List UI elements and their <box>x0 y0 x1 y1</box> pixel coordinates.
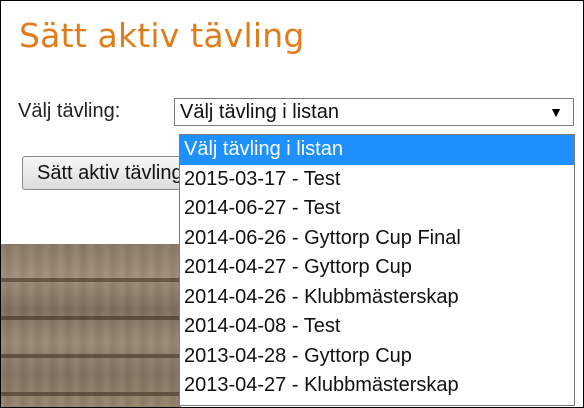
dropdown-option[interactable]: 2015-03-17 - Test <box>180 165 574 195</box>
wood-background-image <box>1 244 181 407</box>
dropdown-arrow-icon[interactable]: ▼ <box>549 99 563 125</box>
dropdown-option[interactable]: 2014-04-26 - Klubbmästerskap <box>180 283 574 313</box>
dropdown-option[interactable]: 2013-04-27 - Klubbmästerskap <box>180 371 574 401</box>
competition-dropdown-list[interactable]: Välj tävling i listan 2015-03-17 - Test … <box>179 134 575 406</box>
page-title: Sätt aktiv tävling <box>19 16 305 55</box>
dropdown-option[interactable]: 2014-04-27 - Gyttorp Cup <box>180 253 574 283</box>
dropdown-option[interactable]: 2014-04-08 - Test <box>180 312 574 342</box>
competition-select[interactable]: Välj tävling i listan ▼ <box>174 98 574 126</box>
dropdown-option[interactable]: 2014-06-27 - Test <box>180 194 574 224</box>
dropdown-option[interactable]: 2014-06-26 - Gyttorp Cup Final <box>180 224 574 254</box>
dropdown-option[interactable]: Välj tävling i listan <box>180 135 574 165</box>
dropdown-option[interactable]: 2013-04-28 - Gyttorp Cup <box>180 342 574 372</box>
select-value: Välj tävling i listan <box>180 101 339 123</box>
select-label: Välj tävling: <box>18 100 121 122</box>
